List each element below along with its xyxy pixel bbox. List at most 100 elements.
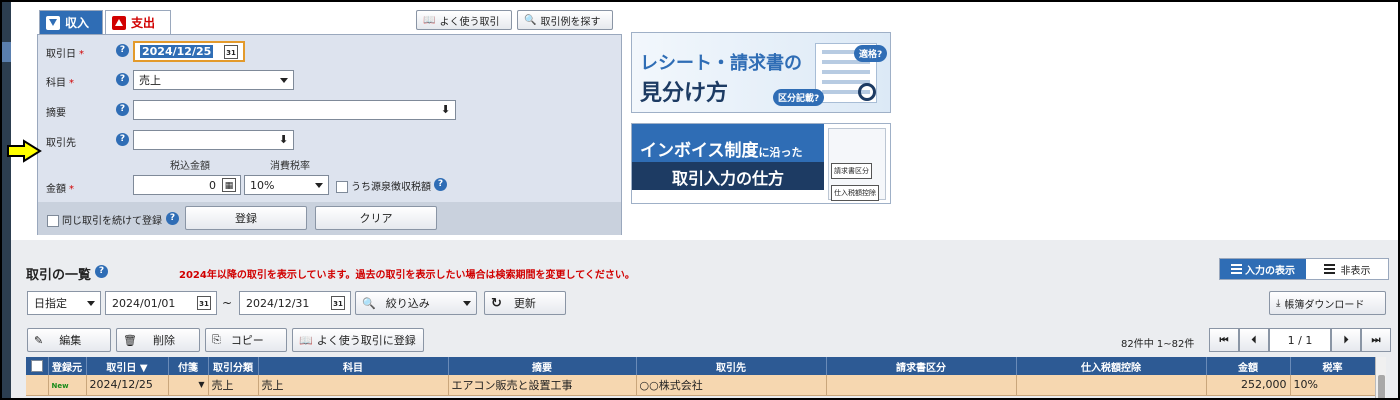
calendar-icon[interactable]: 31 <box>197 296 211 310</box>
calendar-icon[interactable]: 31 <box>224 45 238 59</box>
last-page-icon[interactable]: ⏭ <box>1361 328 1391 352</box>
book-icon: 📖 <box>423 14 436 26</box>
date-to-input[interactable]: 2024/12/31 31 <box>239 291 351 315</box>
period-select[interactable]: 日指定 <box>27 291 101 315</box>
row-tag-cell[interactable]: ▼ <box>168 375 209 396</box>
repeat-checkbox[interactable] <box>47 215 59 227</box>
help-icon[interactable]: ? <box>116 73 129 86</box>
trash-icon: 🗑 <box>123 333 137 347</box>
row-category-cell: 売上 <box>208 375 259 396</box>
page-indicator[interactable]: 1 / 1 <box>1269 328 1331 352</box>
summary-input[interactable]: ⬇ <box>133 100 456 120</box>
classification-bubble: 区分記載? <box>773 89 825 106</box>
transaction-list-area: 取引の一覧 ? 2024年以降の取引を表示しています。過去の取引を表示したい場合… <box>11 240 1398 398</box>
row-rate-cell: 10% <box>1290 375 1376 396</box>
toggle-show[interactable]: 入力の表示 <box>1220 259 1306 279</box>
help-icon[interactable]: ? <box>116 103 129 116</box>
col-partner[interactable]: 取引先 <box>636 357 827 375</box>
table-scrollbar[interactable] <box>1375 357 1386 398</box>
select-all-header[interactable] <box>26 357 49 375</box>
chevron-down-icon <box>87 301 95 306</box>
col-source[interactable]: 登録元 <box>48 357 87 375</box>
calendar-icon[interactable]: 31 <box>331 296 345 310</box>
download-arrow-icon[interactable]: ⬇ <box>279 134 289 146</box>
table-row[interactable]: New 2024/12/25 ▼ 売上 売上 エアコン販売と設置工事 ○○株式会… <box>26 375 1376 396</box>
select-all-checkbox[interactable] <box>30 360 43 372</box>
help-icon[interactable]: ? <box>434 178 447 191</box>
next-page-icon[interactable]: ⏵ <box>1331 328 1361 352</box>
tab-expense[interactable]: 支出 <box>105 10 171 34</box>
tax-rate-select[interactable]: 10% <box>244 175 329 195</box>
col-tax-deduction[interactable]: 仕入税額控除 <box>1016 357 1207 375</box>
search-examples-button[interactable]: 🔍 取引例を探す <box>517 10 613 30</box>
partner-label: 取引先 <box>46 138 76 149</box>
date-from-input[interactable]: 2024/01/01 31 <box>105 291 217 315</box>
partner-input[interactable]: ⬇ <box>133 130 294 150</box>
amount-input[interactable]: 0 ▦ <box>133 175 241 195</box>
register-frequent-button[interactable]: 📖 よく使う取引に登録 <box>292 328 424 352</box>
col-date[interactable]: 取引日 ▼ <box>86 357 169 375</box>
withholding-checkbox[interactable] <box>336 181 348 193</box>
entry-display-toggle[interactable]: 入力の表示 非表示 <box>1219 258 1389 280</box>
download-arrow-icon[interactable]: ⬇ <box>441 104 451 116</box>
row-select-cell[interactable] <box>26 375 49 396</box>
col-invoice-type[interactable]: 請求書区分 <box>826 357 1017 375</box>
repeat-label: 同じ取引を続けて登録 <box>62 216 162 227</box>
help-icon[interactable]: ? <box>116 133 129 146</box>
refresh-button[interactable]: ↻ 更新 <box>484 291 566 315</box>
row-date-cell: 2024/12/25 <box>86 375 169 396</box>
col-category[interactable]: 取引分類 <box>208 357 259 375</box>
repeat-option[interactable]: 同じ取引を続けて登録 <box>47 212 162 227</box>
download-icon: ⤓ <box>1276 297 1281 309</box>
invoice-class-tag: 請求書区分 <box>831 163 872 179</box>
income-icon <box>46 15 60 30</box>
clear-button[interactable]: クリア <box>315 206 437 230</box>
refresh-icon: ↻ <box>491 295 502 311</box>
tab-expense-label: 支出 <box>131 16 156 30</box>
withholding-label: うち源泉徴収税額 <box>351 182 431 193</box>
copy-icon: ⎘ <box>212 333 221 346</box>
help-icon[interactable]: ? <box>95 265 108 278</box>
pointer-arrow-icon <box>7 139 42 163</box>
col-account[interactable]: 科目 <box>258 357 449 375</box>
list-icon <box>1323 264 1335 274</box>
tab-income-label: 収入 <box>65 16 90 30</box>
delete-button[interactable]: 🗑 削除 <box>116 328 200 352</box>
tag-dropdown-icon[interactable]: ▼ <box>198 380 204 389</box>
filter-button[interactable]: 🔍 絞り込み <box>355 291 477 315</box>
tax-rate-value: 10% <box>250 178 275 192</box>
search-examples-label: 取引例を探す <box>540 16 601 28</box>
range-separator: ~ <box>222 296 233 310</box>
download-ledger-button[interactable]: ⤓ 帳簿ダウンロード <box>1269 291 1386 315</box>
help-icon[interactable]: ? <box>166 212 179 225</box>
register-button[interactable]: 登録 <box>185 206 307 230</box>
date-value: 2024/12/25 <box>140 45 214 58</box>
edit-button[interactable]: ✎ 編集 <box>27 328 111 352</box>
amount-value: 0 <box>209 178 216 192</box>
receipt-guide-banner[interactable]: レシート・請求書の 見分け方 適格? 区分記載? <box>631 32 891 113</box>
help-icon[interactable]: ? <box>116 44 129 57</box>
prev-page-icon[interactable]: ⏴ <box>1239 328 1269 352</box>
record-count: 82件中 1~82件 <box>1121 339 1195 350</box>
account-select[interactable]: 売上 <box>133 70 294 90</box>
col-tag[interactable]: 付箋 <box>168 357 209 375</box>
magnifier-icon <box>858 83 876 101</box>
first-page-icon[interactable]: ⏮ <box>1209 328 1239 352</box>
account-label: 科目 * <box>46 78 74 89</box>
tab-income[interactable]: 収入 <box>39 10 103 34</box>
toggle-hide[interactable]: 非表示 <box>1306 259 1388 279</box>
copy-button[interactable]: ⎘ コピー <box>205 328 287 352</box>
invoice-system-banner[interactable]: インボイス制度に沿った 取引入力の仕方 請求書区分 仕入税額控除 <box>631 123 891 204</box>
calculator-icon[interactable]: ▦ <box>222 178 236 192</box>
frequent-transactions-button[interactable]: 📖 よく使う取引 <box>416 10 512 30</box>
col-rate[interactable]: 税率 <box>1290 357 1376 375</box>
chevron-down-icon <box>315 183 323 188</box>
col-summary[interactable]: 摘要 <box>448 357 637 375</box>
row-amount-cell: 252,000 <box>1206 375 1291 396</box>
form-footer: 同じ取引を続けて登録 ? 登録 クリア <box>38 202 621 235</box>
chevron-down-icon <box>280 78 288 83</box>
date-input[interactable]: 2024/12/25 31 <box>133 41 245 62</box>
withholding-option[interactable]: うち源泉徴収税額 <box>336 178 431 193</box>
entry-form: 取引日 * ? 2024/12/25 31 科目 * ? 売上 摘要 ? ⬇ 取引先 … <box>37 34 622 235</box>
col-amount[interactable]: 金額 <box>1206 357 1291 375</box>
